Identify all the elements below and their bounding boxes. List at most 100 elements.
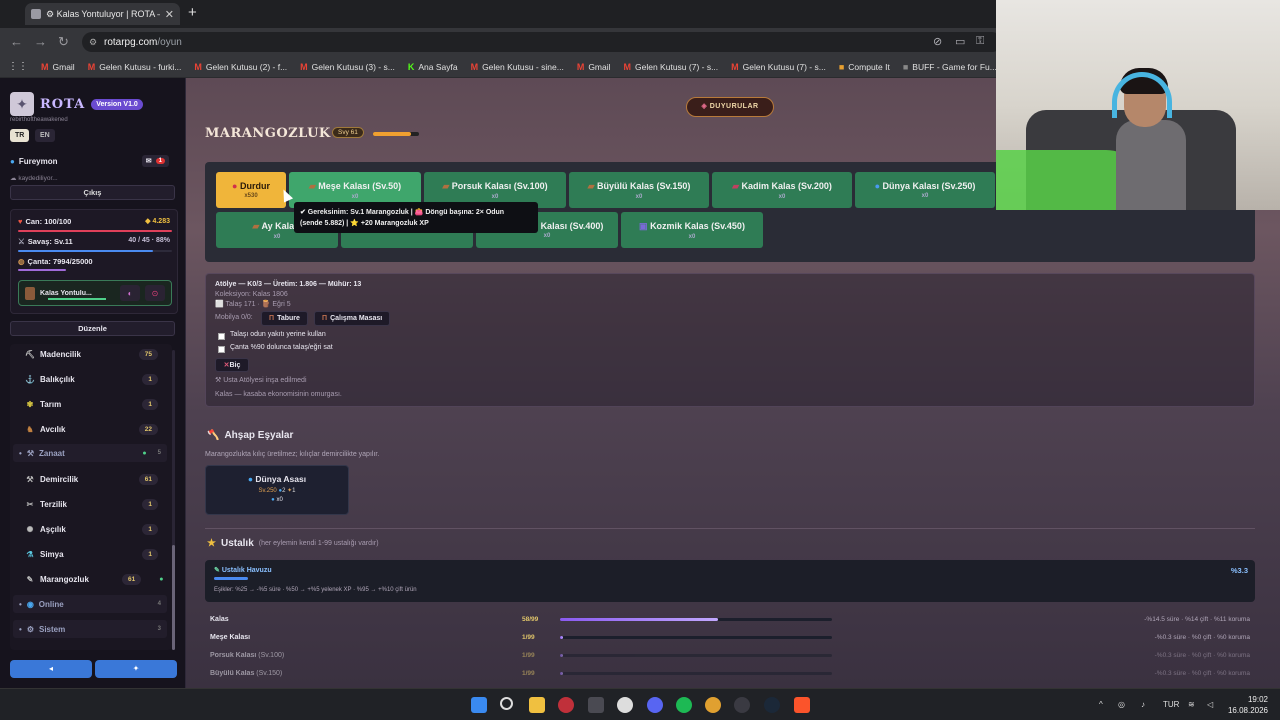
- notifications-button[interactable]: ✉ 1: [141, 155, 169, 167]
- close-tab-icon[interactable]: ✕: [165, 8, 174, 21]
- group-zanaat[interactable]: • ⚒ Zanaat ● 5: [13, 444, 167, 462]
- skill-simya[interactable]: ⚗ Simya 1: [10, 544, 172, 564]
- bookmark-item[interactable]: M Gelen Kutusu (3) - s...: [300, 62, 395, 72]
- group-online[interactable]: • ◉ Online 4: [13, 595, 167, 613]
- apps-grid-icon[interactable]: ⋮⋮: [8, 61, 28, 72]
- skill-ascilik[interactable]: ✺ Aşçılık 1: [10, 519, 172, 539]
- lang-tr-button[interactable]: TR: [10, 129, 30, 142]
- announcements-button[interactable]: ◈ Duyurular: [686, 97, 774, 117]
- item-card-dunya-asasi[interactable]: ● Dünya Asası Sv.250 ●2 ✦1 ● x0: [205, 465, 349, 515]
- url-field[interactable]: ⚙ rotarpg.com/oyun: [82, 32, 1002, 52]
- forward-icon[interactable]: →: [34, 34, 47, 49]
- store-icon[interactable]: [588, 697, 604, 713]
- clock[interactable]: 19:02 16.08.2026: [1228, 694, 1268, 716]
- steam-icon[interactable]: [764, 697, 780, 713]
- furniture-tabure-button[interactable]: Π Tabure: [261, 311, 308, 326]
- bookmark-item[interactable]: M Gmail: [577, 62, 611, 72]
- skill-demircilik[interactable]: ⚒ Demircilik 61: [10, 469, 172, 489]
- game-launcher-icon[interactable]: [558, 697, 574, 713]
- recipe-name: Büyülü Kalas (Sv.150): [597, 180, 691, 191]
- bag-icon: ◍: [18, 257, 25, 266]
- use-sawdust-checkbox[interactable]: [218, 333, 225, 340]
- tray-mic-icon[interactable]: ♪: [1141, 700, 1145, 709]
- mastery-level-req: (Sv.150): [254, 669, 283, 677]
- item-requirements: Sv.250 ●2 ✦1: [206, 487, 348, 494]
- edit-button[interactable]: Düzenle: [10, 321, 175, 336]
- url-host: rotarpg.com: [104, 36, 158, 48]
- chrome-icon[interactable]: [705, 697, 721, 713]
- tray-network-icon[interactable]: ◎: [1118, 700, 1125, 709]
- sidebar-right-button[interactable]: ✦: [95, 660, 177, 678]
- file-explorer-icon[interactable]: [529, 697, 545, 713]
- plank-icon: ▰: [308, 180, 319, 191]
- reload-icon[interactable]: ↻: [58, 34, 69, 50]
- skill-balikcilik[interactable]: ⚓ Balıkçılık 1: [10, 369, 172, 389]
- key-icon[interactable]: ⚿: [976, 35, 984, 48]
- settings-icon[interactable]: [617, 697, 633, 713]
- lang-en-button[interactable]: EN: [35, 129, 55, 142]
- eye-off-icon[interactable]: ⊘: [933, 35, 942, 48]
- activity-info-button[interactable]: ◐: [120, 285, 140, 301]
- gear-icon: ⚙: [26, 624, 34, 634]
- tray-volume-icon[interactable]: ◁: [1207, 700, 1213, 709]
- save-status: ☁ kaydediliyor...: [10, 174, 58, 182]
- logo[interactable]: ✦ ROTA Version V1.0: [10, 92, 143, 116]
- globe-icon: ●: [874, 181, 883, 191]
- tray-wifi-icon[interactable]: ≋: [1188, 700, 1195, 709]
- recipe-count: x530: [244, 193, 258, 199]
- skill-name: Demircilik: [40, 474, 79, 484]
- recipe-kozmik-kalas[interactable]: ▣ Kozmik Kalas (Sv.450) x0: [621, 212, 763, 248]
- bookmark-label: Gmail: [52, 61, 75, 72]
- saw-action-button[interactable]: ✕ Biç: [215, 358, 249, 372]
- sidebar-left-button[interactable]: ◂: [10, 660, 92, 678]
- back-icon[interactable]: ←: [10, 34, 23, 49]
- auto-sell-checkbox[interactable]: [218, 346, 225, 353]
- recipe-buyulu-kalas[interactable]: ▰ Büyülü Kalas (Sv.150) x0: [569, 172, 709, 208]
- recipe-durdur[interactable]: ● Durdur x530: [216, 172, 286, 208]
- furniture-calisma-masasi-button[interactable]: Π Çalışma Masası: [314, 311, 391, 326]
- spotify-icon[interactable]: [676, 697, 692, 713]
- site-info-icon[interactable]: ⚙: [89, 37, 97, 48]
- recipe-kadim-kalas[interactable]: ▰ Kadim Kalas (Sv.200) x0: [712, 172, 852, 208]
- discord-icon[interactable]: [647, 697, 663, 713]
- browser-tab[interactable]: ⚙ Kalas Yontuluyor | ROTA — ✕: [25, 3, 180, 25]
- bookmark-item[interactable]: ■ Compute It: [839, 62, 890, 72]
- bookmark-item[interactable]: M Gelen Kutusu (7) - s...: [731, 62, 826, 72]
- logout-button[interactable]: Çıkış: [10, 185, 175, 200]
- bookmark-item[interactable]: M Gelen Kutusu (2) - f...: [194, 62, 287, 72]
- stats-panel: ♥ Can: 100/100 ◆ 4.283 ⚔ Savaş: Sv.11 40 /…: [10, 209, 178, 314]
- skill-madencilik[interactable]: ⛏ Madencilik 75: [10, 344, 172, 364]
- skill-marangozluk[interactable]: ✎ Marangozluk 61 ●: [10, 569, 172, 589]
- scrollbar-thumb[interactable]: [172, 545, 175, 650]
- start-menu-icon[interactable]: [471, 697, 487, 713]
- bookmark-item[interactable]: M Gelen Kutusu (7) - s...: [624, 62, 719, 72]
- sidebar-scrollbar[interactable]: [172, 350, 175, 650]
- recipe-dunya-kalasi[interactable]: ● Dünya Kalası (Sv.250) x0: [855, 172, 995, 208]
- activity-stop-button[interactable]: ⊙: [145, 285, 165, 301]
- bookmark-item[interactable]: ■ BUFF - Game for Fu...: [903, 62, 997, 72]
- skill-avcilik[interactable]: ♞ Avcılık 22: [10, 419, 172, 439]
- brave-icon[interactable]: [794, 697, 810, 713]
- current-activity[interactable]: Kalas Yontulu... ◐ ⊙: [18, 280, 172, 306]
- bookmark-item[interactable]: K Ana Sayfa: [408, 62, 458, 72]
- bookmark-favicon-icon: M: [623, 61, 632, 72]
- wheat-icon: ✾: [26, 399, 34, 409]
- mastery-name-text: Porsuk Kalası: [210, 651, 257, 659]
- bookmark-item[interactable]: M Gelen Kutusu - furki...: [88, 62, 182, 72]
- cast-icon[interactable]: ▭: [955, 35, 965, 48]
- hp-label: Can: 100/100: [25, 217, 72, 226]
- tagline: rebirthoftheawakened: [10, 117, 68, 123]
- tray-chevron-icon[interactable]: ^: [1099, 700, 1103, 709]
- app-icon[interactable]: [734, 697, 750, 713]
- skill-level: 22: [138, 423, 158, 435]
- bookmark-item[interactable]: M Gmail: [41, 62, 75, 72]
- skill-terzilik[interactable]: ✂ Terzilik 1: [10, 494, 172, 514]
- mastery-fill: [560, 635, 563, 639]
- bookmark-item[interactable]: M Gelen Kutusu - sine...: [471, 62, 564, 72]
- input-language[interactable]: TUR: [1163, 700, 1179, 709]
- recipe-count: x0: [491, 193, 499, 200]
- skill-tarim[interactable]: ✾ Tarım 1: [10, 394, 172, 414]
- search-icon[interactable]: [500, 697, 513, 710]
- new-tab-icon[interactable]: +: [188, 4, 197, 21]
- group-sistem[interactable]: • ⚙ Sistem 3: [13, 620, 167, 638]
